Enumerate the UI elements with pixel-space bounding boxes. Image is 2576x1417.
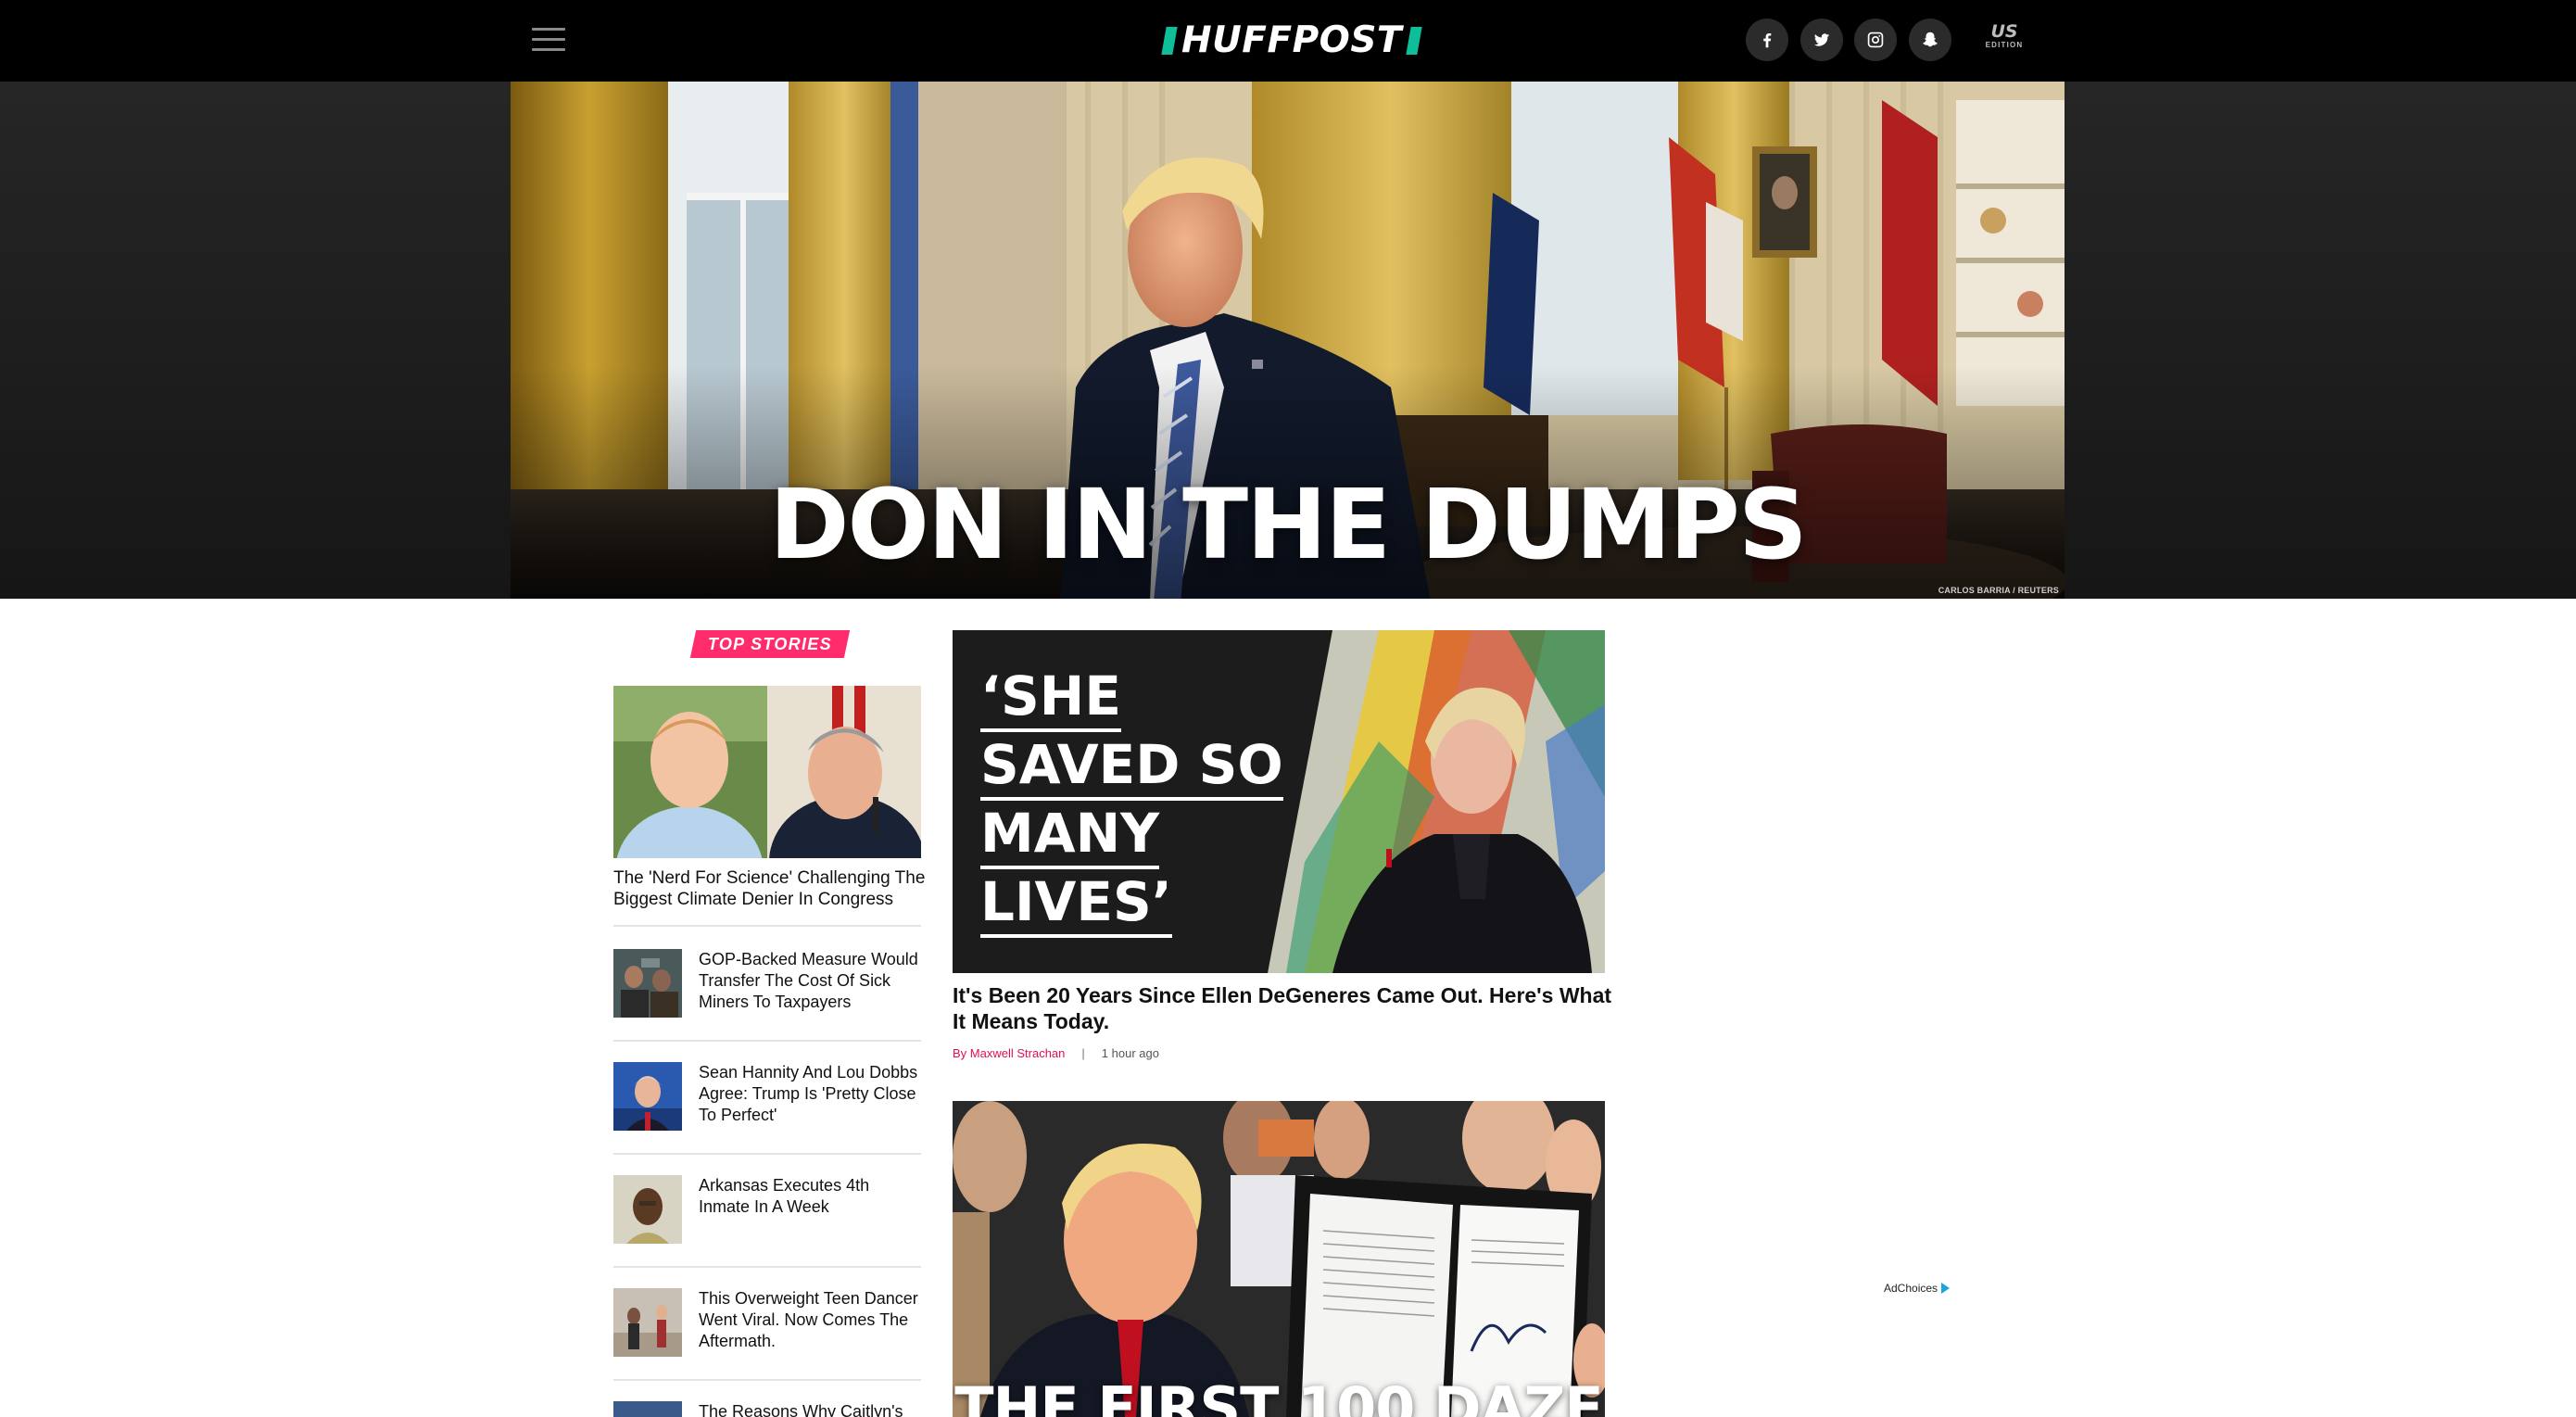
hero-photo-credit: CARLOS BARRIA / REUTERS: [1938, 586, 2059, 595]
second-feature-headline[interactable]: THE FIRST 100 DAZE: [953, 1375, 1605, 1417]
top-story-item[interactable]: This Overweight Teen Dancer Went Viral. …: [613, 1288, 921, 1370]
story-thumbnail: [613, 1401, 682, 1417]
top-story-item[interactable]: Arkansas Executes 4th Inmate In A Week: [613, 1175, 921, 1257]
story-divider: [613, 1153, 921, 1155]
logo-left-bar: [1161, 27, 1178, 55]
feature-story-image[interactable]: ‘SHE SAVED SO MANY LIVES’: [953, 630, 1605, 973]
story-thumbnail: [613, 1062, 682, 1131]
hamburger-menu-icon[interactable]: [532, 28, 565, 54]
story-divider: [613, 1040, 921, 1042]
quote-line-text: LIVES’: [980, 870, 1172, 938]
quote-line: ‘SHE: [980, 662, 1295, 732]
hero-headline[interactable]: DON IN THE DUMPS: [511, 469, 2065, 580]
quote-line-text: ‘SHE: [980, 664, 1121, 732]
second-feature-photo: [953, 1101, 1605, 1417]
timestamp: 1 hour ago: [1101, 1046, 1159, 1060]
quote-line-text: MANY: [980, 802, 1160, 869]
story-divider: [613, 1266, 921, 1268]
author-link[interactable]: By Maxwell Strachan: [953, 1046, 1065, 1060]
story-thumbnail: [613, 1288, 682, 1357]
top-stories-label-text: TOP STORIES: [708, 634, 832, 653]
feature-byline: By Maxwell Strachan | 1 hour ago: [953, 1046, 1159, 1060]
top-story-item[interactable]: The Reasons Why Caitlyn's: [613, 1401, 921, 1417]
edition-selector[interactable]: US EDITION: [1983, 22, 2026, 50]
story-thumbnail: [613, 1175, 682, 1244]
logo-right-bar: [1406, 27, 1422, 55]
feature-quote-overlay: ‘SHE SAVED SO MANY LIVES’: [980, 662, 1295, 938]
feature-story-title[interactable]: It's Been 20 Years Since Ellen DeGeneres…: [953, 982, 1620, 1034]
instagram-icon[interactable]: [1854, 19, 1897, 61]
logo-wordmark: HUFFPOST: [1181, 19, 1403, 61]
quote-line: MANY: [980, 799, 1295, 869]
huffpost-logo[interactable]: HUFFPOST: [1161, 19, 1422, 61]
snapchat-icon[interactable]: [1909, 19, 1951, 61]
story-title[interactable]: Arkansas Executes 4th Inmate In A Week: [699, 1175, 921, 1218]
top-story-item[interactable]: GOP-Backed Measure Would Transfer The Co…: [613, 949, 921, 1031]
top-stories-label: TOP STORIES: [689, 630, 851, 658]
adchoices-link[interactable]: AdChoices: [1884, 1282, 1951, 1295]
hero-story[interactable]: DON IN THE DUMPS CARLOS BARRIA / REUTERS: [511, 82, 2065, 599]
story-title[interactable]: GOP-Backed Measure Would Transfer The Co…: [699, 949, 921, 1013]
top-story-lead-title[interactable]: The 'Nerd For Science' Challenging The B…: [613, 867, 928, 910]
top-navigation-bar: HUFFPOST US EDITION: [0, 0, 2576, 82]
story-title[interactable]: This Overweight Teen Dancer Went Viral. …: [699, 1288, 921, 1352]
facebook-icon[interactable]: [1746, 19, 1788, 61]
quote-line: SAVED SO: [980, 730, 1295, 801]
story-title[interactable]: Sean Hannity And Lou Dobbs Agree: Trump …: [699, 1062, 921, 1126]
top-story-item[interactable]: Sean Hannity And Lou Dobbs Agree: Trump …: [613, 1062, 921, 1144]
quote-line-text: SAVED SO: [980, 733, 1283, 801]
story-title[interactable]: The Reasons Why Caitlyn's: [699, 1401, 921, 1417]
second-feature-story[interactable]: THE FIRST 100 DAZE: [953, 1101, 1605, 1417]
adchoices-icon: [1941, 1283, 1951, 1294]
story-thumbnail: [613, 949, 682, 1018]
top-story-lead-image[interactable]: [613, 686, 921, 858]
edition-label: EDITION: [1985, 41, 2024, 49]
byline-separator: |: [1081, 1046, 1085, 1060]
story-divider: [613, 1379, 921, 1381]
twitter-icon[interactable]: [1800, 19, 1843, 61]
adchoices-label: AdChoices: [1884, 1282, 1938, 1295]
story-divider: [613, 925, 921, 927]
quote-line: LIVES’: [980, 867, 1295, 938]
edition-code: US: [1990, 21, 2018, 42]
